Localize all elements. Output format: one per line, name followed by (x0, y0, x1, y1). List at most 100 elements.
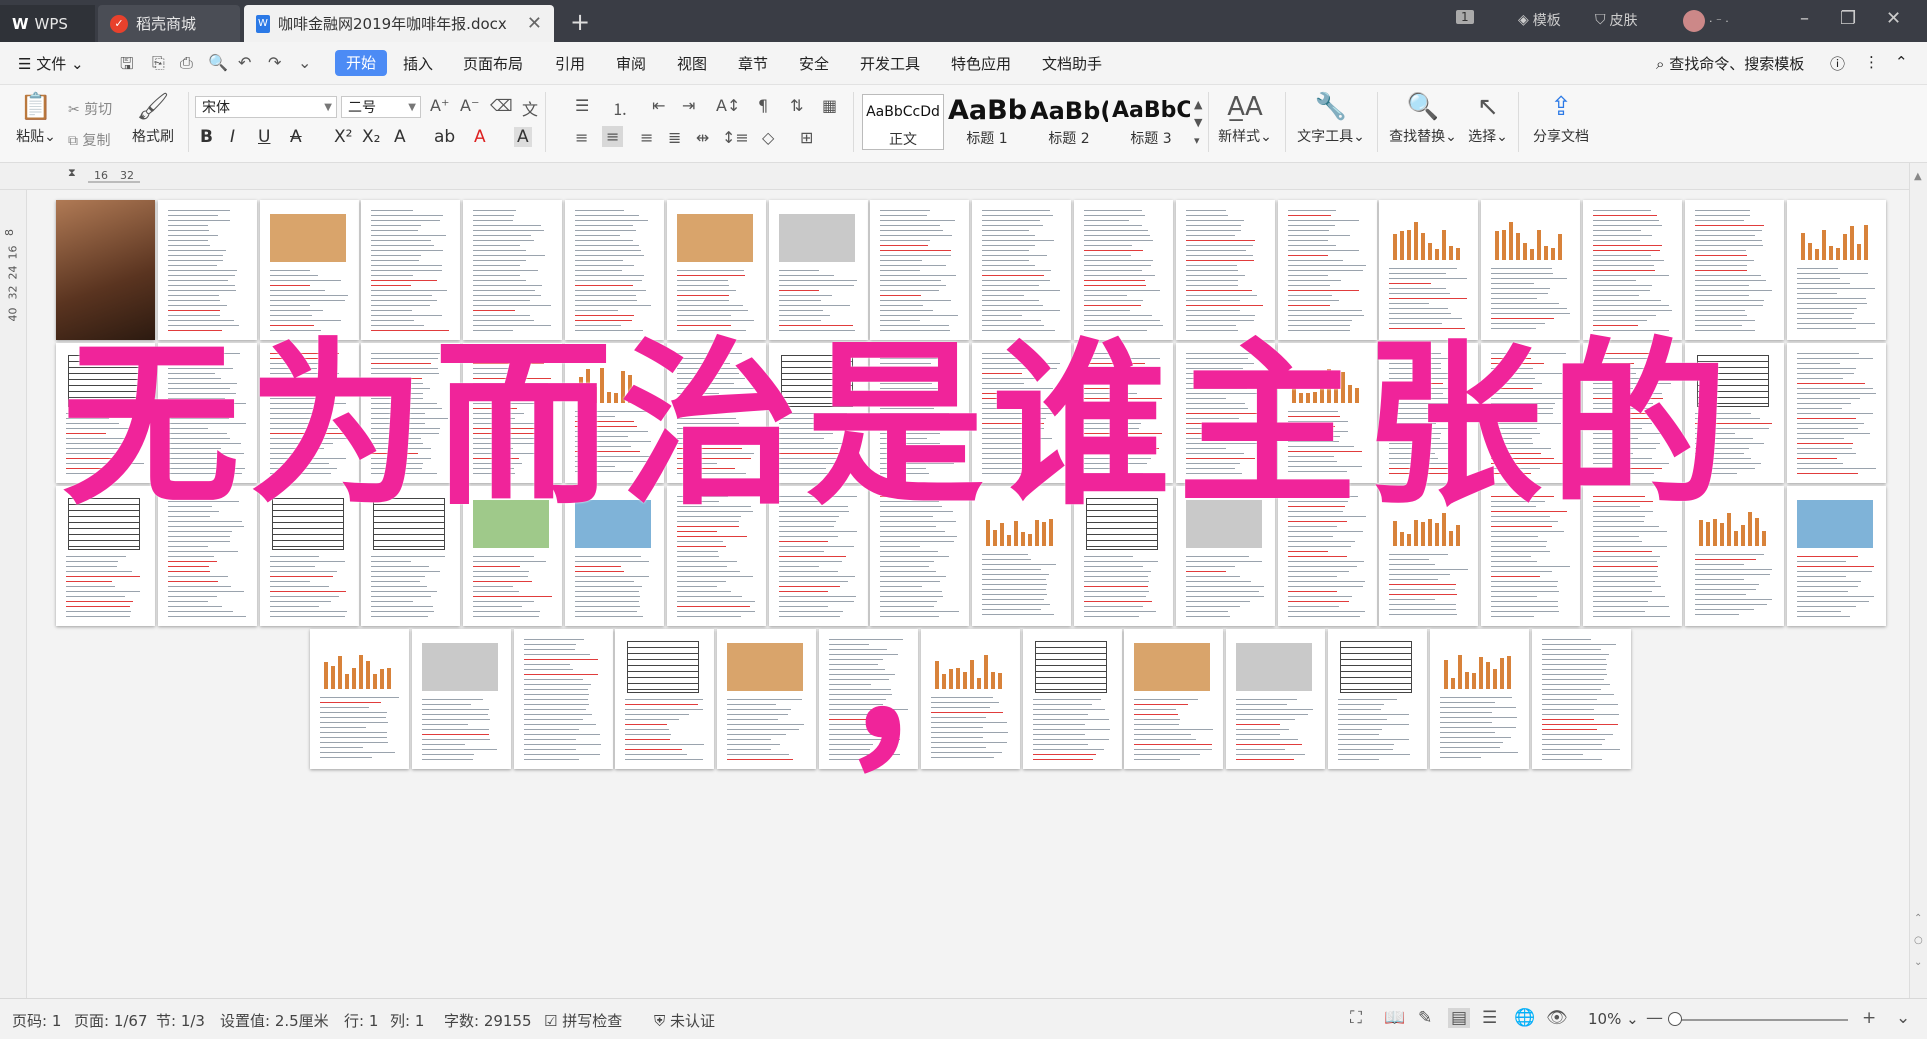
page-thumbnail[interactable] (56, 200, 155, 340)
status-row[interactable]: 行: 1 (344, 1010, 378, 1031)
page-thumbnail[interactable] (1278, 343, 1377, 483)
next-page-icon[interactable]: ⌄ (1914, 957, 1922, 968)
spell-check-toggle[interactable]: ☑ 拼写检查 (544, 1010, 622, 1031)
select-button[interactable]: ↖ 选择⌄ (1462, 92, 1514, 146)
scroll-up-icon[interactable]: ▲ (1914, 171, 1922, 182)
web-view-icon[interactable]: 🌐 (1514, 1008, 1535, 1028)
page-thumbnail[interactable] (1328, 629, 1427, 769)
paste-button[interactable]: 📋 粘贴⌄ (14, 92, 58, 146)
line-spacing-icon[interactable]: ↕≡ (722, 128, 749, 147)
skin-button[interactable]: ⛉ 皮肤 (1595, 10, 1638, 30)
menu-references[interactable]: 引用 (555, 53, 585, 74)
style-heading-2[interactable]: AaBb( 标题 2 (1030, 94, 1108, 150)
page-thumbnail[interactable] (1685, 343, 1784, 483)
increase-indent-icon[interactable]: ⇥ (682, 96, 695, 115)
print-icon[interactable]: ⎙ (180, 53, 193, 73)
cut-button[interactable]: ✂ 剪切 (68, 99, 112, 119)
page-thumbnail[interactable] (870, 486, 969, 626)
tab-document[interactable]: W 咖啡金融网2019年咖啡年报.docx ✕ (244, 5, 554, 42)
phonetic-guide-icon[interactable]: 文 (522, 96, 538, 120)
page-thumbnail[interactable] (412, 629, 511, 769)
strikethrough-icon[interactable]: A (290, 127, 302, 147)
page-thumbnail[interactable] (1023, 629, 1122, 769)
certification-status[interactable]: ⛨ 未认证 (654, 1010, 715, 1031)
print-preview-icon[interactable]: 🔍 (208, 53, 228, 72)
page-thumbnail[interactable] (769, 343, 868, 483)
align-right-icon[interactable]: ≡ (640, 128, 653, 147)
decrease-indent-icon[interactable]: ⇤ (652, 96, 665, 115)
page-thumbnail[interactable] (310, 629, 409, 769)
page-thumbnail[interactable] (1278, 486, 1377, 626)
page-thumbnail[interactable] (1124, 629, 1223, 769)
page-thumbnail[interactable] (1481, 343, 1580, 483)
border-icon[interactable]: ▦ (822, 96, 837, 115)
page-thumbnail[interactable] (260, 200, 359, 340)
page-thumbnail[interactable] (1074, 200, 1173, 340)
page-thumbnail[interactable] (260, 343, 359, 483)
copy-button[interactable]: ⧉ 复制 (68, 130, 110, 150)
page-thumbnail[interactable] (565, 343, 664, 483)
help-icon[interactable]: ⓘ (1830, 53, 1845, 74)
chinese-layout-icon[interactable]: A↕ (716, 96, 740, 115)
bold-icon[interactable]: B (200, 127, 213, 147)
collapse-ribbon-icon[interactable]: ⌃ (1895, 53, 1908, 71)
status-page-number[interactable]: 页码: 1 (12, 1010, 61, 1031)
shading-icon[interactable]: ◇ (762, 128, 774, 147)
status-section[interactable]: 节: 1/3 (156, 1010, 205, 1031)
status-column[interactable]: 列: 1 (390, 1010, 424, 1031)
shrink-font-icon[interactable]: A⁻ (460, 96, 479, 115)
page-thumbnail[interactable] (361, 343, 460, 483)
page-thumbnail[interactable] (361, 486, 460, 626)
italic-icon[interactable]: I (230, 127, 235, 147)
grow-font-icon[interactable]: A⁺ (430, 96, 449, 115)
font-color-icon[interactable]: A (474, 127, 486, 147)
page-thumbnail[interactable] (158, 200, 257, 340)
command-search[interactable]: ⌕ 查找命令、搜索模板 (1656, 53, 1804, 74)
page-thumbnail[interactable] (769, 486, 868, 626)
page-thumbnail[interactable] (1787, 486, 1886, 626)
style-heading-1[interactable]: AaBb 标题 1 (948, 94, 1026, 150)
page-thumbnail[interactable] (1176, 343, 1275, 483)
page-thumbnail[interactable] (1074, 343, 1173, 483)
page-thumbnail[interactable] (1379, 200, 1478, 340)
page-thumbnail[interactable] (615, 629, 714, 769)
numbered-list-icon[interactable]: ⒈ (612, 96, 628, 120)
page-thumbnail[interactable] (565, 486, 664, 626)
page-thumbnail[interactable] (1583, 343, 1682, 483)
share-document-button[interactable]: ⇪ 分享文档 (1524, 92, 1598, 146)
page-thumbnail[interactable] (1481, 200, 1580, 340)
page-thumbnail[interactable] (1176, 200, 1275, 340)
text-tools-button[interactable]: 🔧 文字工具⌄ (1292, 92, 1370, 146)
vertical-scrollbar[interactable]: ▲ ⌃ ○ ⌄ (1909, 163, 1927, 998)
bullet-list-icon[interactable]: ☰ (575, 96, 589, 115)
restore-window-icon[interactable]: ❐ (1840, 8, 1856, 29)
page-thumbnail[interactable] (1430, 629, 1529, 769)
style-heading-3[interactable]: AaBbC 标题 3 (1112, 94, 1190, 150)
page-thumbnail[interactable] (463, 343, 562, 483)
user-avatar[interactable]: · ⁻ · (1683, 10, 1729, 32)
save-icon[interactable]: 🖫 (120, 53, 134, 80)
edit-mode-icon[interactable]: ✎ (1418, 1008, 1432, 1028)
page-thumbnail[interactable] (463, 486, 562, 626)
redo-icon[interactable]: ↷ (268, 53, 281, 72)
vertical-ruler[interactable]: 8 16 24 32 40 (0, 190, 27, 998)
menu-insert[interactable]: 插入 (403, 53, 433, 74)
page-thumbnail[interactable] (972, 200, 1071, 340)
page-thumbnail[interactable] (260, 486, 359, 626)
page-thumbnail[interactable] (463, 200, 562, 340)
font-name-select[interactable]: 宋体 ▼ (195, 96, 337, 118)
page-count-badge[interactable]: 1 (1456, 10, 1474, 24)
customize-dropdown-icon[interactable]: ⌄ (298, 53, 311, 72)
page-thumbnail[interactable] (921, 629, 1020, 769)
page-thumbnail[interactable] (769, 200, 868, 340)
page-thumbnail[interactable] (1532, 629, 1631, 769)
select-browse-object-icon[interactable]: ○ (1914, 935, 1923, 946)
document-canvas[interactable] (27, 190, 1909, 998)
status-scroll-icon[interactable]: ⌄ (1896, 1008, 1910, 1028)
menu-security[interactable]: 安全 (799, 53, 829, 74)
zoom-out-icon[interactable]: — (1646, 1008, 1663, 1028)
status-setting[interactable]: 设置值: 2.5厘米 (220, 1010, 329, 1031)
table-border-icon[interactable]: ⊞ (800, 128, 813, 147)
close-tab-icon[interactable]: ✕ (527, 13, 542, 34)
menu-start[interactable]: 开始 (335, 50, 387, 76)
